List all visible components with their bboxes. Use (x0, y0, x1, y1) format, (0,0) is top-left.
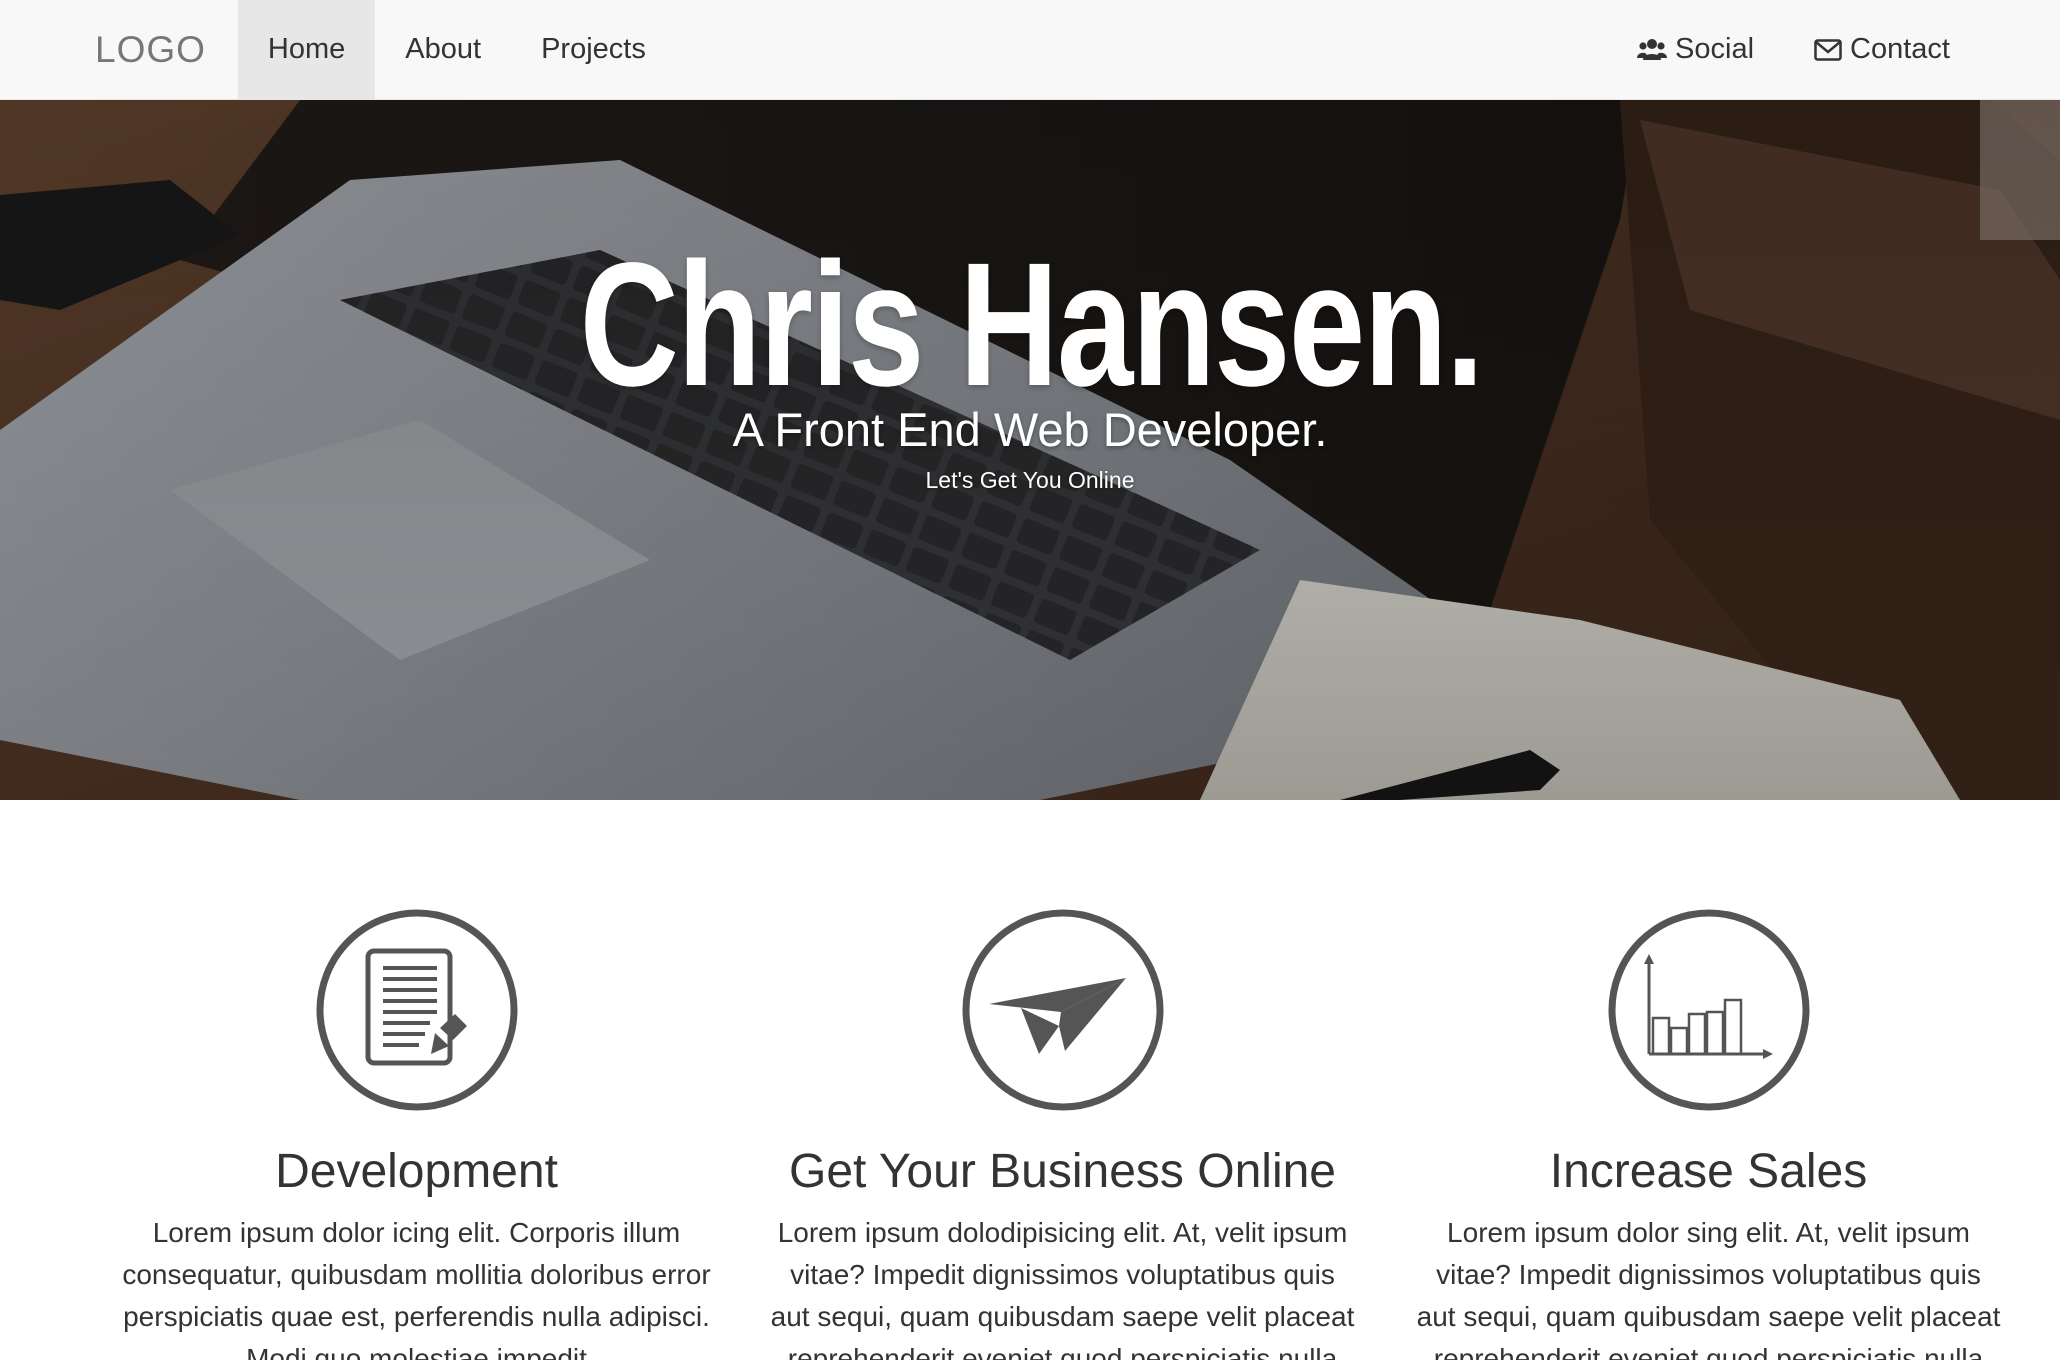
nav-contact-label: Contact (1850, 33, 1950, 65)
nav-social[interactable]: Social (1607, 0, 1784, 99)
users-icon (1637, 38, 1668, 62)
nav-projects[interactable]: Projects (511, 0, 676, 99)
feature-business-online-text: Lorem ipsum dolodipisicing elit. At, vel… (770, 1217, 1355, 1360)
nav-about[interactable]: About (375, 0, 511, 99)
nav-home[interactable]: Home (237, 0, 376, 99)
nav-social-label: Social (1675, 33, 1755, 65)
feature-development-text: Lorem ipsum dolor icing elit. Corporis i… (122, 1217, 711, 1360)
feature-business-online: Get Your Business Online Lorem ipsum dol… (740, 800, 1386, 1360)
hero-title: Chris Hansen. (579, 227, 1484, 423)
feature-increase-sales-text: Lorem ipsum dolor sing elit. At, velit i… (1416, 1217, 2001, 1360)
feature-development-title: Development (275, 1145, 558, 1198)
brand-logo[interactable]: LOGO (0, 0, 238, 99)
feature-development: Development Lorem ipsum dolor icing elit… (94, 800, 740, 1360)
nav-right: Social Contact (1607, 0, 1980, 99)
hero-text: Chris Hansen. A Front End Web Developer.… (0, 100, 2060, 800)
nav-home-label: Home (267, 33, 346, 65)
nav-about-label: About (405, 33, 482, 65)
feature-increase-sales-title: Increase Sales (1549, 1145, 1868, 1198)
nav-left: Home About Projects (237, 0, 676, 99)
feature-increase-sales: Increase Sales Lorem ipsum dolor sing el… (1386, 800, 2032, 1360)
features-section: Development Lorem ipsum dolor icing elit… (0, 800, 2060, 1360)
nav-contact[interactable]: Contact (1784, 0, 1980, 99)
bar-chart-icon (1607, 908, 1811, 1112)
page: LOGO Home About Projects Social Contact … (0, 0, 2060, 1360)
nav-projects-label: Projects (541, 33, 646, 65)
hero-banner: Chris Hansen. A Front End Web Developer.… (0, 100, 2060, 800)
document-edit-icon (315, 908, 519, 1112)
paper-plane-icon (961, 908, 1165, 1112)
hero-subtitle: A Front End Web Developer. (732, 403, 1328, 456)
top-navbar: LOGO Home About Projects Social Contact (0, 0, 2060, 100)
feature-business-online-title: Get Your Business Online (788, 1145, 1336, 1198)
envelope-icon (1814, 38, 1842, 61)
hero-tagline: Let's Get You Online (925, 467, 1135, 493)
